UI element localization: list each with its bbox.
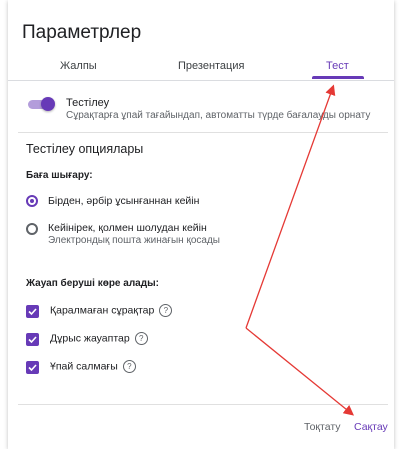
save-button[interactable]: Сақтау — [354, 421, 388, 433]
missed-questions-checkbox[interactable] — [26, 305, 39, 318]
correct-answers-checkbox[interactable] — [26, 333, 39, 346]
check-icon — [28, 336, 37, 344]
help-circle-icon[interactable]: ? — [134, 332, 148, 345]
check-icon — [28, 308, 37, 316]
quiz-toggle-label: Тестілеу — [66, 97, 110, 109]
tab-bar: Жалпы Презентация Тест — [8, 52, 394, 81]
respondent-can-see-title: Жауап беруші көре алады: — [26, 278, 159, 289]
point-values-row: Ұпай салмағы? — [50, 360, 136, 373]
correct-answers-row: Дұрыс жауаптар? — [50, 332, 148, 345]
release-immediately-label[interactable]: Бірден, әрбір ұсынғаннан кейін — [48, 195, 199, 207]
help-circle-icon[interactable]: ? — [159, 304, 173, 317]
toggle-thumb — [41, 97, 55, 111]
cancel-button[interactable]: Тоқтату — [304, 421, 341, 433]
missed-questions-label[interactable]: Қаралмаған сұрақтар — [50, 304, 154, 316]
help-circle-icon[interactable]: ? — [122, 360, 136, 373]
release-immediately-radio[interactable] — [26, 195, 38, 207]
tab-presentation[interactable]: Презентация — [178, 60, 244, 72]
tab-general[interactable]: Жалпы — [60, 60, 97, 72]
check-icon — [28, 364, 37, 372]
active-tab-indicator — [312, 76, 364, 79]
quiz-options-title: Тестілеу опциялары — [26, 142, 144, 156]
release-later-sublabel: Электрондық пошта жинағын қосады — [48, 235, 220, 246]
release-later-radio[interactable] — [26, 223, 38, 235]
tab-quizzes[interactable]: Тест — [326, 60, 349, 72]
quiz-toggle[interactable] — [28, 97, 55, 111]
divider — [18, 132, 388, 133]
point-values-label[interactable]: Ұпай салмағы — [50, 360, 118, 372]
release-grade-title: Баға шығару: — [26, 170, 93, 181]
point-values-checkbox[interactable] — [26, 361, 39, 374]
quiz-toggle-description: Сұрақтарға ұпай тағайындап, автоматты тү… — [66, 110, 371, 121]
settings-dialog: Параметрлер Жалпы Презентация Тест Тесті… — [8, 0, 394, 449]
footer-divider — [18, 404, 388, 405]
dialog-title: Параметрлер — [22, 22, 142, 43]
correct-answers-label[interactable]: Дұрыс жауаптар — [50, 332, 130, 344]
missed-questions-row: Қаралмаған сұрақтар? — [50, 304, 173, 317]
release-later-label[interactable]: Кейінірек, қолмен шолудан кейін — [48, 222, 207, 234]
